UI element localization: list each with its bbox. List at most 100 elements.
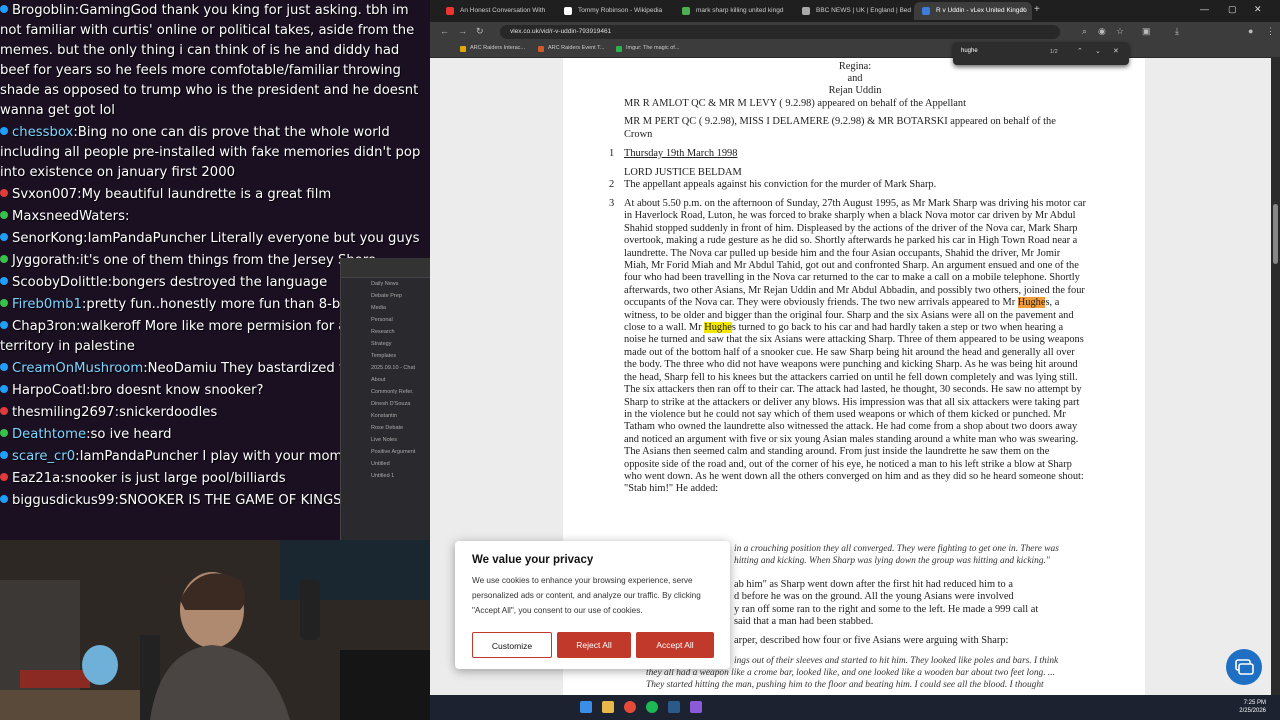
accept-all-button[interactable]: Accept All [636,632,714,658]
notes-sidebar-item[interactable]: About [341,374,432,386]
chat-username[interactable]: Svxon007 [12,187,77,202]
avatar[interactable]: ● [1248,26,1253,36]
quote-1b: hitting and kicking. When Sharp was lyin… [734,556,1050,566]
menu-dots-icon[interactable]: ⋮ [1266,26,1275,37]
system-clock[interactable]: 7:25 PM 2/25/2026 [1239,699,1266,715]
chat-username[interactable]: Deathtome [12,427,86,442]
back-icon[interactable]: ← [440,26,449,36]
minimize-icon[interactable]: — [1200,4,1209,14]
tab-bbc[interactable]: BBC NEWS | UK | England | Bed [794,2,912,20]
url-field[interactable]: vlex.co.uk/vid/r-v-uddin-793919461 [500,25,1060,39]
chat-separator: : [124,209,130,224]
notes-sidebar-item[interactable]: Untitled [341,458,432,470]
close-window-icon[interactable]: ✕ [1254,4,1262,15]
header-defendant: Rejan Uddin [828,85,882,96]
notes-app-sidebar: Daily News Debate Prep Media Personal Resear… [340,258,432,540]
downloads-icon[interactable]: ⤓ [1175,26,1179,37]
para-4d: said that a man had been stabbed. [734,616,874,627]
start-icon[interactable] [580,701,592,713]
chat-badge-icon [0,473,8,481]
chat-username[interactable]: HarpoCoatl [12,383,86,398]
chat-badge-icon [0,189,8,197]
chat-username[interactable]: Jyggorath [12,253,76,268]
chat-badge-icon [0,255,8,263]
chat-username[interactable]: Chap3ron [12,319,76,334]
zoom-icon[interactable]: ⌕ [1082,26,1087,37]
chat-badge-icon [0,451,8,459]
scrollbar-thumb[interactable] [1273,204,1278,264]
chat-username[interactable]: thesmiling2697 [12,405,115,420]
page-scrollbar[interactable] [1271,58,1280,695]
notes-sidebar-item[interactable]: Research [341,326,432,338]
chat-text: so ive heard [90,427,172,442]
customize-button[interactable]: Customize [472,632,552,658]
close-tab-icon[interactable]: ✕ [1020,2,1026,20]
notes-sidebar-item[interactable]: Strategy [341,338,432,350]
chrome-icon[interactable] [624,701,636,713]
spotify-icon[interactable] [646,701,658,713]
profile-badge-icon[interactable]: ◉ [1098,26,1106,37]
obsidian-icon[interactable] [690,701,702,713]
bookmark-imgur[interactable]: Imgur: The magic of... [616,45,679,52]
notes-sidebar-item[interactable]: Personal [341,314,432,326]
notes-sidebar-item[interactable]: Positive Argument [341,446,432,458]
notes-sidebar-item[interactable]: Daily News [341,278,432,290]
reject-all-button[interactable]: Reject All [557,632,631,658]
find-prev-icon[interactable]: ⌃ [1077,47,1083,55]
chat-username[interactable]: scare_cr0 [12,449,75,464]
cookie-consent-dialog: We value your privacy We use cookies to … [455,541,730,669]
forward-icon[interactable]: → [458,26,467,36]
chat-badge-icon [0,385,8,393]
para-5: arper, described how four or five Asians… [734,635,1009,646]
bookmarks-bar: ARC Raiders Interac... ARC Raiders Event… [430,42,1280,58]
chat-username[interactable]: chessbox [12,125,73,140]
bookmark-arc-raiders-event[interactable]: ARC Raiders Event T... [538,45,604,52]
para-number-3: 3 [609,198,615,209]
find-input[interactable]: hughe [961,48,978,54]
bookmark-arc-raiders-interactive[interactable]: ARC Raiders Interac... [460,45,525,52]
para-4c: y ran off some ran to the right and some… [734,604,1039,615]
notes-sidebar-item[interactable]: Live Notes [341,434,432,446]
chat-badge-icon [0,429,8,437]
notes-sidebar-item[interactable]: Dinesh D'Souza [341,398,432,410]
chat-message: Svxon007:My beautiful laundrette is a gr… [0,184,430,206]
search-tab-icon [682,7,690,15]
chat-username[interactable]: biggusdickus99 [12,493,115,508]
notes-sidebar-item[interactable]: Konstantin [341,410,432,422]
chat-badge-icon [0,211,8,219]
notes-sidebar-item[interactable]: Media [341,302,432,314]
chat-text: snooker is just large pool/billiards [64,471,286,486]
notes-sidebar-item[interactable]: 2025.09.10 - Chat [341,362,432,374]
new-tab-button[interactable]: + [1034,4,1040,15]
chat-username[interactable]: Eaz21a [12,471,60,486]
chat-username[interactable]: CreamOnMushroom [12,361,143,376]
hearing-date: Thursday 19th March 1998 [624,148,738,159]
para-4b: d before he was on the ground. All the y… [734,591,1014,602]
youtube-icon [446,7,454,15]
tab-search[interactable]: mark sharp killing united kingd [674,2,794,20]
notes-sidebar-item[interactable]: Templates [341,350,432,362]
find-close-icon[interactable]: ✕ [1113,47,1119,55]
extensions-icon[interactable]: ▣ [1142,26,1151,37]
chat-username[interactable]: Brogoblin [12,3,75,18]
reload-icon[interactable]: ↻ [476,26,484,37]
para-4a: ab him" as Sharp went down after the fir… [734,579,1013,590]
chat-support-button[interactable] [1226,649,1262,685]
find-next-icon[interactable]: ⌄ [1095,47,1101,55]
notes-sidebar-item[interactable]: Debate Prep [341,290,432,302]
notes-sidebar-item[interactable]: Rose Debate [341,422,432,434]
maximize-icon[interactable]: ▢ [1228,4,1237,15]
notes-sidebar-item[interactable]: Commonly Refer. [341,386,432,398]
chat-badge-icon [0,363,8,371]
chat-username[interactable]: SenorKong [12,231,83,246]
notes-sidebar-item[interactable]: Untitled 1 [341,470,432,482]
bookmark-star-icon[interactable]: ☆ [1116,26,1124,37]
chat-username[interactable]: MaxsneedWaters [12,209,125,224]
tab-honest-conversation[interactable]: An Honest Conversation With [438,2,548,20]
tab-wikipedia[interactable]: Tommy Robinson - Wikipedia [556,2,666,20]
file-explorer-icon[interactable] [602,701,614,713]
tab-vlex-active[interactable]: R v Uddin - vLex United Kingdo ✕ [914,2,1032,20]
chat-username[interactable]: ScoobyDolittle [12,275,108,290]
chat-username[interactable]: Fireb0mb1 [12,297,82,312]
steam-icon[interactable] [668,701,680,713]
